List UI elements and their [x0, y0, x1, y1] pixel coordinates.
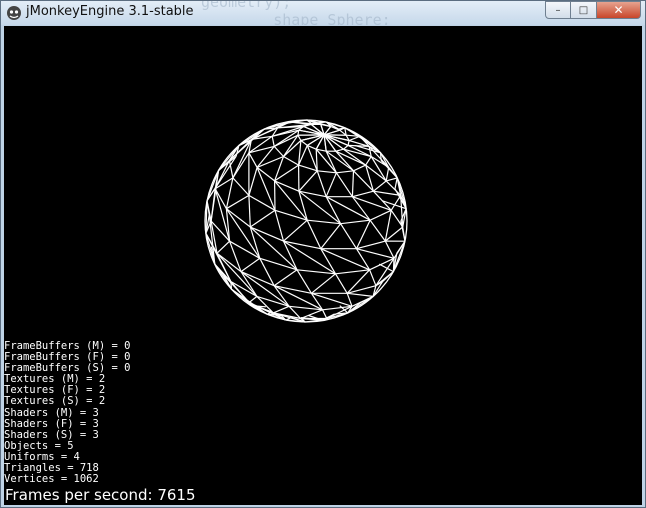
wireframe-edge [311, 292, 353, 307]
wireframe-edge [335, 148, 344, 152]
render-viewport[interactable]: FrameBuffers (M) = 0 FrameBuffers (F) = 0… [4, 26, 642, 505]
close-icon: ✕ [613, 3, 624, 17]
wireframe-edge [240, 257, 261, 273]
wireframe-edge [352, 190, 374, 198]
wireframe-edge [334, 273, 348, 294]
background-code-text: geometry); shape Sphere; [201, 1, 391, 25]
wireframe-edge [311, 273, 336, 294]
wireframe-edge [325, 172, 337, 197]
wireframe-edge [355, 219, 371, 249]
wireframe-edge [365, 164, 387, 182]
wireframe-edge [225, 177, 234, 209]
wireframe-edge [232, 177, 250, 196]
wireframe-edge [300, 309, 323, 320]
wireframe-edge [356, 240, 386, 250]
wireframe-edge [250, 226, 284, 242]
wireframe-edge [351, 170, 355, 197]
wireframe-edge [347, 292, 374, 297]
window-title: jMonkeyEngine 3.1-stable [26, 4, 194, 19]
wireframe-edge [283, 155, 299, 166]
wireframe-edge [273, 285, 323, 311]
wireframe-edge [283, 219, 308, 242]
wireframe-edge [306, 219, 322, 249]
wireframe-edge [248, 195, 251, 228]
wireframe-edge [296, 269, 312, 294]
wireframe-edge [335, 172, 353, 198]
wireframe-edge [317, 170, 337, 174]
wireframe-edge [384, 240, 395, 259]
wireframe-edge [271, 136, 275, 147]
wireframe-edge [300, 140, 308, 146]
wireframe-edge [369, 269, 377, 286]
wireframe-edge [248, 194, 276, 211]
wireframe-edge [226, 208, 251, 228]
window-controls: – □ ✕ [545, 1, 641, 19]
wireframe-edge [365, 156, 372, 166]
wireframe-edge [346, 293, 353, 307]
wireframe-edge [273, 269, 298, 287]
wireframe-edge [316, 170, 327, 197]
wireframe-edge [273, 305, 290, 314]
stat-line: Textures (S) = 2 [4, 395, 106, 408]
wireframe-edge [303, 125, 325, 136]
close-button[interactable]: ✕ [597, 1, 641, 19]
wireframe-edge [385, 167, 390, 182]
wireframe-edge [394, 177, 398, 189]
minimize-icon: – [555, 4, 561, 16]
wireframe-edge [347, 140, 350, 146]
stat-line: Vertices = 1062 [4, 473, 99, 486]
wireframe-edge [297, 134, 302, 141]
title-bar[interactable]: geometry); shape Sphere; jMonkeyEngine 3… [1, 1, 645, 25]
wireframe-edge [225, 208, 261, 259]
wireframe-edge [230, 280, 258, 297]
stats-overlay: FrameBuffers (M) = 0 FrameBuffers (F) = 0… [4, 340, 130, 486]
wireframe-edge [369, 219, 386, 242]
wireframe-edge [373, 180, 387, 192]
wireframe-edge [216, 240, 231, 254]
wireframe-edge [274, 164, 299, 182]
wireframe-edge [273, 145, 284, 157]
wireframe-edge [248, 152, 258, 168]
fps-counter: Frames per second: 7615 [5, 486, 196, 504]
wireframe-edge [386, 177, 398, 182]
wireframe-edge [249, 209, 276, 228]
stat-line: Shaders (M) = 3 [4, 406, 99, 419]
wireframe-edge [298, 190, 341, 225]
wireframe-edge [340, 219, 371, 225]
wireframe-edge [226, 194, 250, 210]
wireframe-edge [321, 309, 328, 319]
wireframe-edge [205, 233, 232, 282]
app-window: geometry); shape Sphere; jMonkeyEngine 3… [0, 0, 646, 508]
wireframe-edge [353, 164, 366, 172]
wireframe-edge [336, 170, 354, 174]
wireframe-edge [274, 210, 285, 242]
maximize-button[interactable]: □ [571, 1, 597, 19]
wireframe-edge [248, 167, 258, 196]
wireframe-edge [340, 223, 358, 250]
wireframe-edge [273, 285, 312, 294]
wireframe-edge [214, 188, 227, 209]
wireframe-edge [307, 219, 341, 225]
wireframe-edge [390, 209, 404, 228]
wireframe-edge [343, 144, 349, 150]
wireframe-edge [298, 164, 318, 172]
wireframe-edge [335, 269, 370, 275]
jmonkey-app-icon [7, 6, 21, 20]
wireframe-edge [369, 209, 392, 221]
maximize-icon: □ [578, 4, 589, 16]
wireframe-edge [320, 223, 342, 250]
wireframe-edge [320, 248, 370, 271]
wireframe-edge [298, 170, 318, 192]
minimize-button[interactable]: – [545, 1, 571, 19]
